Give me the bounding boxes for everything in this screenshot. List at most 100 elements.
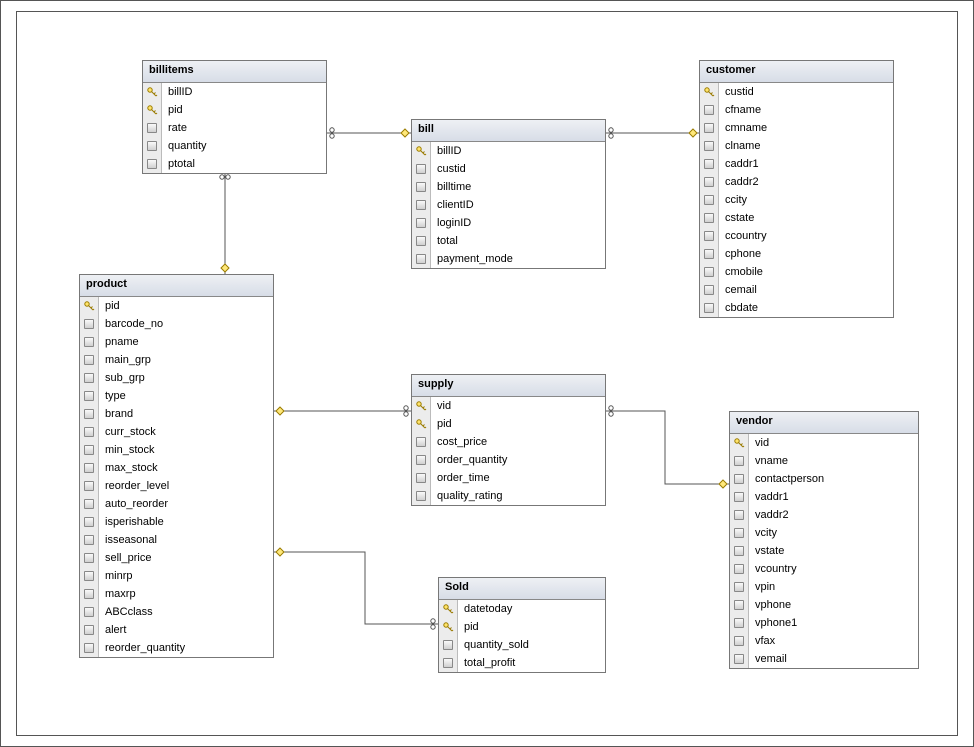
entity-field[interactable]: caddr1 xyxy=(700,155,893,173)
entity-field[interactable]: quantity_sold xyxy=(439,636,605,654)
entity-field[interactable]: vaddr1 xyxy=(730,488,918,506)
entity-product[interactable]: productpidbarcode_nopnamemain_grpsub_grp… xyxy=(79,274,274,658)
entity-title[interactable]: vendor xyxy=(730,412,918,434)
entity-field[interactable]: rate xyxy=(143,119,326,137)
entity-field[interactable]: cmname xyxy=(700,119,893,137)
entity-field[interactable]: vid xyxy=(412,397,605,415)
entity-field[interactable]: cmobile xyxy=(700,263,893,281)
entity-field[interactable]: quantity xyxy=(143,137,326,155)
entity-field[interactable]: vaddr2 xyxy=(730,506,918,524)
column-icon xyxy=(412,451,431,469)
column-icon xyxy=(730,542,749,560)
column-icon xyxy=(80,423,99,441)
entity-field[interactable]: ccountry xyxy=(700,227,893,245)
entity-field[interactable]: vcountry xyxy=(730,560,918,578)
field-name: vphone xyxy=(749,596,918,614)
entity-field[interactable]: maxrp xyxy=(80,585,273,603)
column-icon xyxy=(700,263,719,281)
entity-field[interactable]: custid xyxy=(700,83,893,101)
entity-field[interactable]: ccity xyxy=(700,191,893,209)
entity-field[interactable]: quality_rating xyxy=(412,487,605,505)
entity-field[interactable]: vcity xyxy=(730,524,918,542)
entity-field[interactable]: pid xyxy=(143,101,326,119)
entity-supply[interactable]: supplyvidpidcost_priceorder_quantityorde… xyxy=(411,374,606,506)
field-name: cstate xyxy=(719,209,893,227)
column-icon xyxy=(700,101,719,119)
entity-field[interactable]: cost_price xyxy=(412,433,605,451)
column-icon xyxy=(412,232,431,250)
entity-field[interactable]: main_grp xyxy=(80,351,273,369)
entity-field[interactable]: ABCclass xyxy=(80,603,273,621)
column-icon xyxy=(700,209,719,227)
entity-field[interactable]: max_stock xyxy=(80,459,273,477)
entity-title[interactable]: supply xyxy=(412,375,605,397)
entity-field[interactable]: reorder_level xyxy=(80,477,273,495)
entity-title[interactable]: billitems xyxy=(143,61,326,83)
entity-field[interactable]: datetoday xyxy=(439,600,605,618)
entity-field[interactable]: vstate xyxy=(730,542,918,560)
entity-vendor[interactable]: vendorvidvnamecontactpersonvaddr1vaddr2v… xyxy=(729,411,919,669)
entity-field[interactable]: payment_mode xyxy=(412,250,605,268)
field-name: cemail xyxy=(719,281,893,299)
entity-field[interactable]: brand xyxy=(80,405,273,423)
entity-field[interactable]: cphone xyxy=(700,245,893,263)
entity-field[interactable]: reorder_quantity xyxy=(80,639,273,657)
entity-field[interactable]: pname xyxy=(80,333,273,351)
entity-field[interactable]: billID xyxy=(412,142,605,160)
field-name: clname xyxy=(719,137,893,155)
entity-field[interactable]: vpin xyxy=(730,578,918,596)
column-icon xyxy=(700,245,719,263)
entity-customer[interactable]: customercustidcfnamecmnameclnamecaddr1ca… xyxy=(699,60,894,318)
entity-field[interactable]: vfax xyxy=(730,632,918,650)
entity-title[interactable]: customer xyxy=(700,61,893,83)
column-icon xyxy=(439,636,458,654)
entity-field[interactable]: type xyxy=(80,387,273,405)
entity-field[interactable]: order_quantity xyxy=(412,451,605,469)
entity-field[interactable]: order_time xyxy=(412,469,605,487)
entity-field[interactable]: cemail xyxy=(700,281,893,299)
entity-title[interactable]: product xyxy=(80,275,273,297)
entity-field[interactable]: vemail xyxy=(730,650,918,668)
entity-field[interactable]: vphone1 xyxy=(730,614,918,632)
entity-field[interactable]: curr_stock xyxy=(80,423,273,441)
entity-field[interactable]: isseasonal xyxy=(80,531,273,549)
entity-field[interactable]: billID xyxy=(143,83,326,101)
entity-field[interactable]: sell_price xyxy=(80,549,273,567)
entity-field[interactable]: cfname xyxy=(700,101,893,119)
entity-field[interactable]: isperishable xyxy=(80,513,273,531)
entity-field[interactable]: min_stock xyxy=(80,441,273,459)
entity-field[interactable]: pid xyxy=(412,415,605,433)
entity-title[interactable]: Sold xyxy=(439,578,605,600)
entity-field[interactable]: total xyxy=(412,232,605,250)
entity-field[interactable]: cstate xyxy=(700,209,893,227)
entity-field[interactable]: barcode_no xyxy=(80,315,273,333)
entity-field[interactable]: sub_grp xyxy=(80,369,273,387)
entity-field[interactable]: auto_reorder xyxy=(80,495,273,513)
entity-bill[interactable]: billbillIDcustidbilltimeclientIDloginIDt… xyxy=(411,119,606,269)
entity-field[interactable]: billtime xyxy=(412,178,605,196)
field-name: auto_reorder xyxy=(99,495,273,513)
entity-field[interactable]: loginID xyxy=(412,214,605,232)
entity-title[interactable]: bill xyxy=(412,120,605,142)
entity-field[interactable]: pid xyxy=(80,297,273,315)
entity-field[interactable]: custid xyxy=(412,160,605,178)
entity-billitems[interactable]: billitemsbillIDpidratequantityptotal xyxy=(142,60,327,174)
entity-field[interactable]: contactperson xyxy=(730,470,918,488)
column-icon xyxy=(80,351,99,369)
entity-field[interactable]: total_profit xyxy=(439,654,605,672)
entity-field[interactable]: caddr2 xyxy=(700,173,893,191)
entity-field[interactable]: minrp xyxy=(80,567,273,585)
entity-field[interactable]: clname xyxy=(700,137,893,155)
entity-field-list: billIDpidratequantityptotal xyxy=(143,83,326,173)
entity-field[interactable]: clientID xyxy=(412,196,605,214)
entity-field[interactable]: alert xyxy=(80,621,273,639)
column-icon xyxy=(80,531,99,549)
entity-sold[interactable]: Solddatetodaypidquantity_soldtotal_profi… xyxy=(438,577,606,673)
entity-field[interactable]: vphone xyxy=(730,596,918,614)
entity-field[interactable]: pid xyxy=(439,618,605,636)
entity-field[interactable]: cbdate xyxy=(700,299,893,317)
entity-field[interactable]: ptotal xyxy=(143,155,326,173)
entity-field[interactable]: vname xyxy=(730,452,918,470)
field-name: payment_mode xyxy=(431,250,605,268)
entity-field[interactable]: vid xyxy=(730,434,918,452)
